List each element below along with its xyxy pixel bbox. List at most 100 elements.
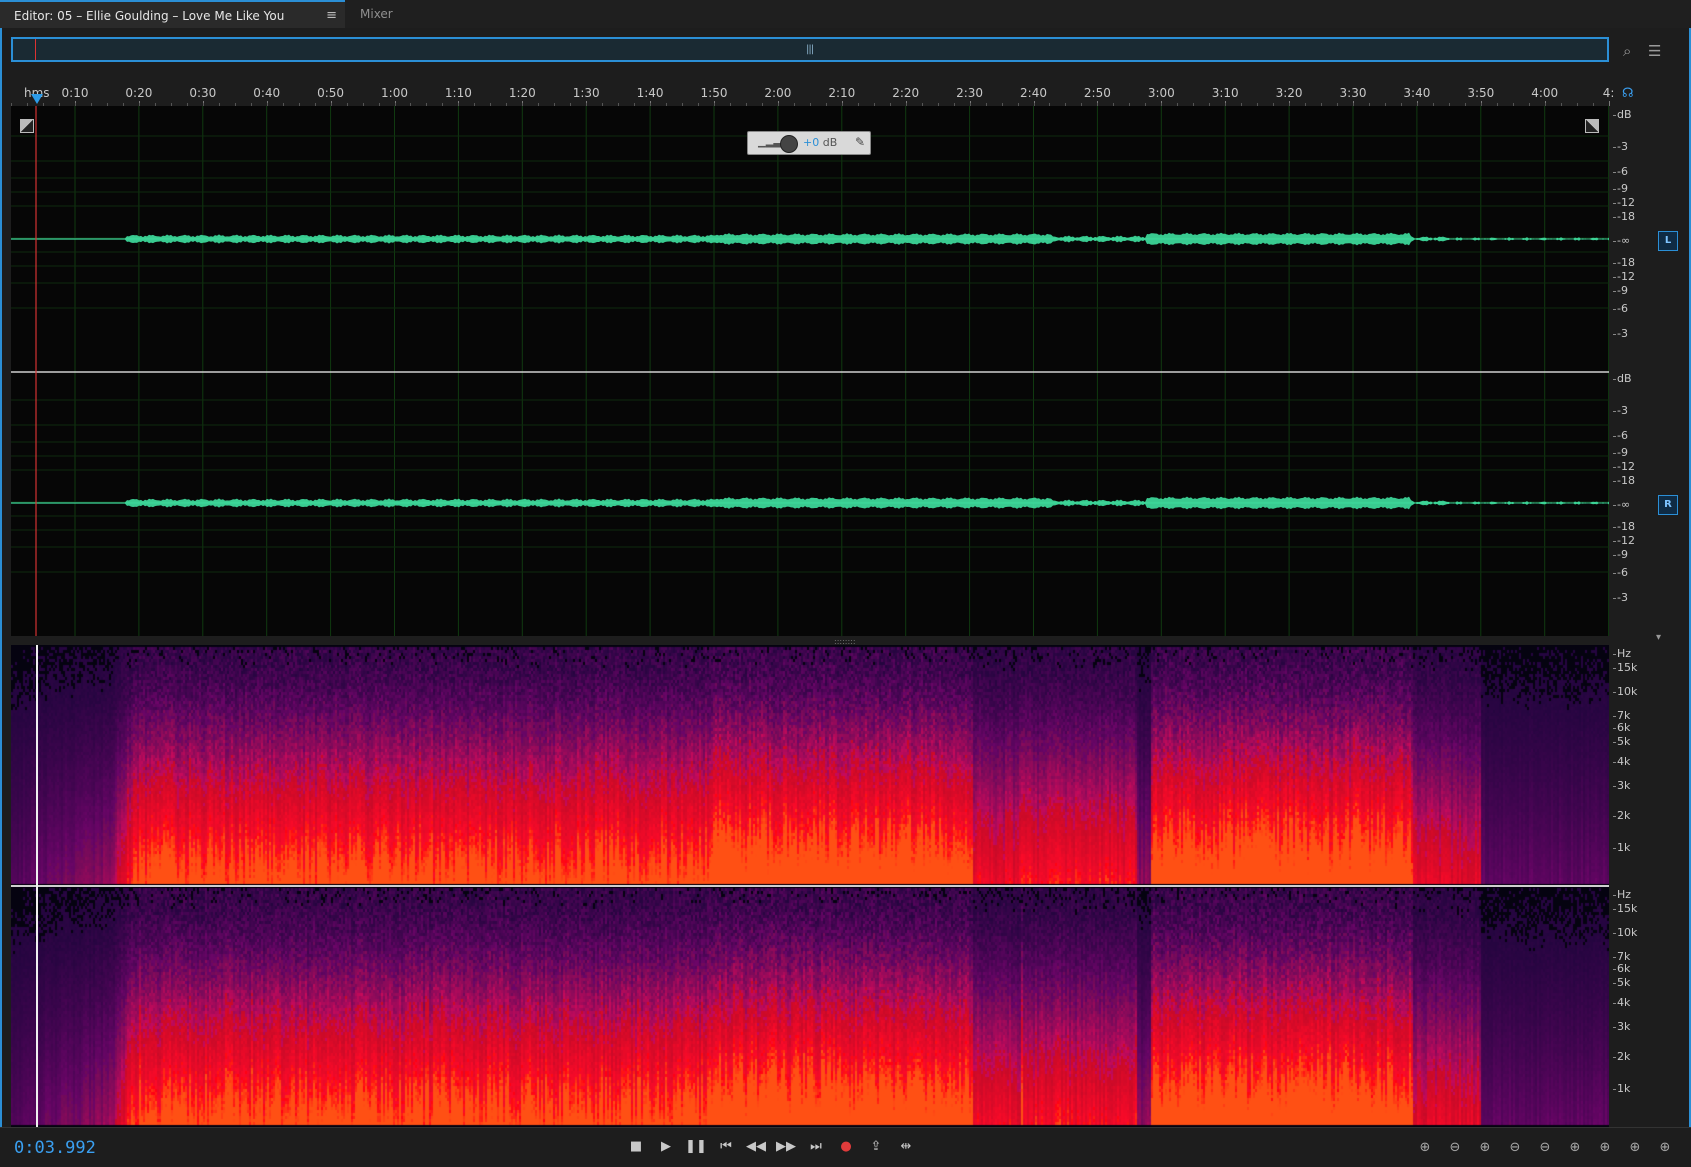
scale-label: 4k — [1612, 996, 1631, 1009]
rewind-icon[interactable]: ◀◀ — [745, 1137, 767, 1157]
tab-mixer-label: Mixer — [360, 7, 393, 21]
zoom-in-amplitude-icon[interactable]: ⊕ — [1413, 1138, 1437, 1158]
scale-label: -18 — [1613, 520, 1635, 533]
db-unit-label: dB — [1613, 372, 1632, 385]
waveform-envelope — [11, 496, 1609, 510]
panel-menu-icon[interactable]: ☰ — [1648, 42, 1661, 60]
skip-selection-icon[interactable]: ⇹ — [895, 1137, 917, 1157]
timecode-display[interactable]: 0:03.992 — [14, 1138, 96, 1158]
scale-label: -12 — [1613, 534, 1635, 547]
go-to-end-icon[interactable]: ⏭ — [805, 1137, 827, 1157]
ruler-tick-label: 3:50 — [1467, 86, 1495, 100]
gain-knob[interactable] — [780, 135, 798, 153]
scale-label: 10k — [1612, 685, 1638, 698]
scale-label: 3k — [1612, 779, 1631, 792]
ruler-tick-label: 2:00 — [764, 86, 792, 100]
channel-divider — [11, 885, 1609, 887]
scale-label: 1k — [1612, 1082, 1631, 1095]
waveform-canvas — [11, 106, 1609, 636]
zoom-in-time-icon[interactable]: ⊕ — [1473, 1138, 1497, 1158]
loop-playback-icon[interactable]: ⇪ — [865, 1137, 887, 1157]
ruler-tick-label: 0:30 — [189, 86, 217, 100]
scale-label: -12 — [1613, 196, 1635, 209]
zoom-out-full-icon[interactable]: ⊖ — [1533, 1138, 1557, 1158]
ruler-tick-label: 3:30 — [1339, 86, 1367, 100]
scale-label: 4k — [1612, 755, 1631, 768]
zoom-navigator-icon[interactable]: ⌕ — [1623, 42, 1631, 60]
ruler-tick-label: 1:00 — [381, 86, 408, 100]
pause-icon[interactable]: ❚❚ — [685, 1137, 707, 1157]
pin-icon[interactable]: ✎ — [855, 135, 865, 149]
zoom-in-at-start-icon[interactable]: ⊕ — [1563, 1138, 1587, 1158]
ruler-tick-label: 1:10 — [444, 86, 472, 100]
tab-mixer[interactable]: Mixer — [346, 0, 436, 28]
tab-editor[interactable]: Editor: 05 – Ellie Goulding – Love Me Li… — [0, 0, 345, 51]
scale-label: 6k — [1612, 962, 1631, 975]
ruler-tick-label: 4: — [1602, 86, 1615, 100]
scale-label: -∞ — [1612, 498, 1631, 511]
ruler-tick-label: 1:50 — [700, 86, 728, 100]
tab-bar: Editor: 05 – Ellie Goulding – Love Me Li… — [0, 0, 1691, 51]
ruler-tick-label: 2:30 — [956, 86, 984, 100]
ruler-tick-label: 2:10 — [828, 86, 856, 100]
stop-icon[interactable]: ■ — [625, 1137, 647, 1157]
channel-right-badge[interactable]: R — [1658, 495, 1678, 515]
zoom-out-time-icon[interactable]: ⊖ — [1503, 1138, 1527, 1158]
zoom-out-amplitude-icon[interactable]: ⊖ — [1443, 1138, 1467, 1158]
ruler-tick-label: 1:30 — [572, 86, 600, 100]
hz-unit-label: Hz — [1612, 647, 1632, 660]
scale-label: -3 — [1613, 404, 1628, 417]
scale-label: 6k — [1612, 721, 1631, 734]
scale-label: -6 — [1613, 429, 1628, 442]
transport-bar: 0:03.992 ■ ▶ ❚❚ ⏮ ◀◀ ▶▶ ⏭ ● ⇪ ⇹ ⊕ ⊖ ⊕ ⊖ … — [0, 1127, 1691, 1167]
ruler-tick-label: 0:10 — [61, 86, 89, 100]
scale-label: 5k — [1612, 735, 1631, 748]
scale-label: -9 — [1613, 182, 1628, 195]
play-icon[interactable]: ▶ — [655, 1137, 677, 1157]
waveform-view[interactable] — [11, 106, 1609, 636]
go-to-start-icon[interactable]: ⏮ — [715, 1137, 737, 1157]
scale-label: -3 — [1613, 591, 1628, 604]
channel-left-badge[interactable]: L — [1658, 231, 1678, 251]
db-unit-label: dB — [1613, 108, 1632, 121]
scale-label: 10k — [1612, 926, 1638, 939]
ruler-tick-label: 0:20 — [125, 86, 153, 100]
scale-label: -∞ — [1612, 234, 1631, 247]
ruler-tick-label: 0:50 — [317, 86, 345, 100]
scale-label: 5k — [1612, 976, 1631, 989]
hamburger-menu-icon[interactable]: ≡ — [326, 2, 337, 30]
scale-label: -9 — [1613, 548, 1628, 561]
fade-in-handle[interactable] — [20, 119, 34, 133]
scale-label: -12 — [1613, 270, 1635, 283]
overview-scrollbar[interactable]: ||| — [11, 37, 1609, 62]
scale-label: 2k — [1612, 1050, 1631, 1063]
scale-label: -9 — [1613, 284, 1628, 297]
hz-unit-label: Hz — [1612, 888, 1632, 901]
record-icon[interactable]: ● — [835, 1137, 857, 1157]
waveform-envelope — [11, 232, 1609, 246]
scale-label: -6 — [1613, 302, 1628, 315]
chevron-down-icon[interactable]: ▾ — [1656, 632, 1661, 643]
scale-label: 1k — [1612, 841, 1631, 854]
ruler-tick-label: 2:50 — [1083, 86, 1111, 100]
ruler-tick-label: 0:40 — [253, 86, 281, 100]
playhead-handle[interactable] — [31, 94, 43, 104]
zoom-to-selection-icon[interactable]: ⊕ — [1623, 1138, 1647, 1158]
ruler-tick-label: 3:20 — [1275, 86, 1303, 100]
overview-playhead — [35, 39, 36, 60]
ruler-tick-label: 1:20 — [508, 86, 536, 100]
fast-forward-icon[interactable]: ▶▶ — [775, 1137, 797, 1157]
gain-hud[interactable]: ▁▂▃▅ +0 dB ✎ — [747, 131, 871, 155]
scale-label: -18 — [1613, 256, 1635, 269]
zoom-in-channels-icon[interactable]: ⊕ — [1653, 1138, 1677, 1158]
overview-thumb-grip[interactable]: ||| — [806, 44, 814, 55]
spectral-playhead — [36, 645, 38, 1127]
scale-label: -12 — [1613, 460, 1635, 473]
gain-value: +0 dB — [803, 136, 838, 149]
scale-label: -3 — [1613, 140, 1628, 153]
zoom-in-at-end-icon[interactable]: ⊕ — [1593, 1138, 1617, 1158]
headphones-icon[interactable]: ☊ — [1622, 86, 1634, 101]
time-ruler[interactable]: hms 0:10 0:20 0:30 0:40 0:50 1:00 1:10 1:20 1:30… — [11, 82, 1614, 107]
fade-out-handle[interactable] — [1585, 119, 1599, 133]
ruler-tick-label: 3:00 — [1147, 86, 1175, 100]
